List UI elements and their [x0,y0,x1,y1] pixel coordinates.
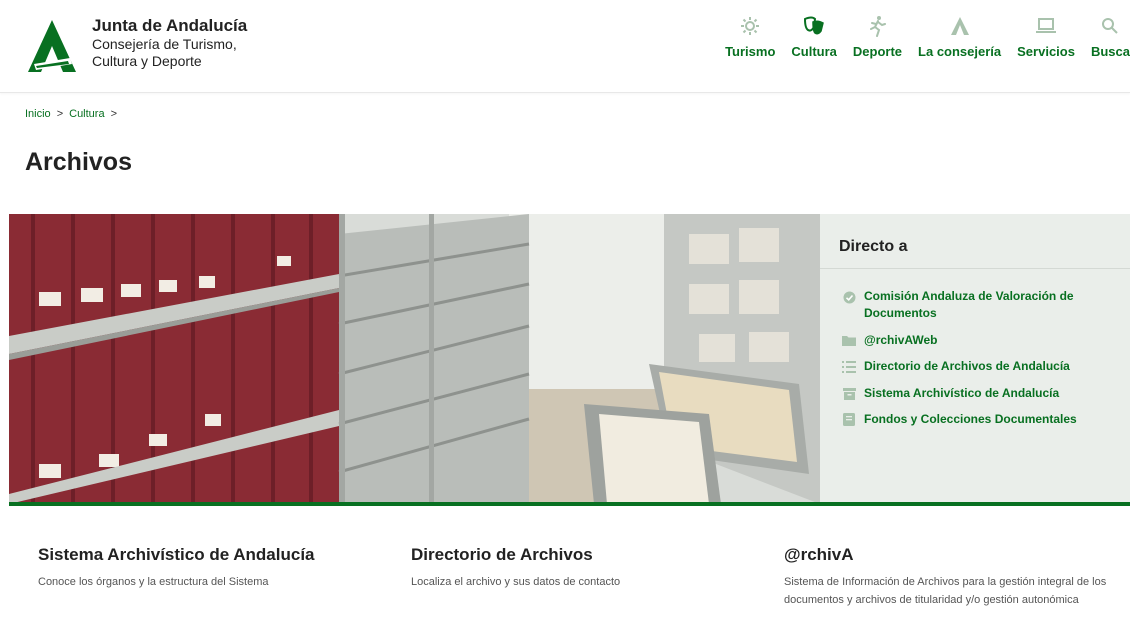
junta-andalucia-logo[interactable] [26,18,78,74]
link-label: Comisión Andaluza de Valoración de Docum… [864,289,1074,321]
brand-text[interactable]: Junta de Andalucía Consejería de Turismo… [92,16,247,70]
directo-a-title: Directo a [839,238,908,255]
brand-subtitle-line2: Cultura y Deporte [92,53,202,70]
list-icon [842,360,856,374]
page-title: Archivos [25,148,132,176]
link-comision-andaluza[interactable]: Comisión Andaluza de Valoración de Docum… [842,288,1122,323]
nav-label-la-consejeria: La consejería [918,44,1002,59]
divider [820,268,1130,269]
link-rchivaweb[interactable]: @rchivAWeb [842,332,1122,349]
breadcrumb-separator: > [110,108,118,120]
directo-a-panel: Directo a Comisión Andaluza de Valoració… [820,214,1130,504]
nav-label-busca: Busca [1090,44,1130,59]
check-circle-icon [842,290,856,304]
book-icon [842,413,856,427]
main-nav: Turismo Cultura Deporte La consejería Se… [709,14,1130,59]
brand-title: Junta de Andalucía [92,16,248,35]
link-label: @rchivAWeb [864,332,938,347]
nav-item-cultura[interactable]: Cultura [791,14,837,59]
directo-a-links: Comisión Andaluza de Valoración de Docum… [842,288,1122,437]
nav-label-deporte: Deporte [852,44,903,59]
theater-masks-icon [799,14,829,38]
hero-image-archive-shelves [9,214,820,504]
link-label: Fondos y Colecciones Documentales [864,411,1077,426]
brand-subtitle-line1: Consejería de Turismo, [92,36,237,53]
nav-item-servicios[interactable]: Servicios [1017,14,1075,59]
site-header: Junta de Andalucía Consejería de Turismo… [0,0,1130,93]
sun-icon [735,14,765,38]
card-title: @rchivA [784,545,854,564]
nav-item-la-consejeria[interactable]: La consejería [918,14,1001,59]
link-sistema-archivistico[interactable]: Sistema Archivístico de Andalucía [842,385,1122,402]
folder-icon [842,334,856,348]
breadcrumb: Inicio > Cultura > [25,108,123,120]
card-text: Sistema de Información de Archivos para … [784,576,1107,606]
card-text: Conoce los órganos y la estructura del S… [38,576,269,588]
card-title: Sistema Archivístico de Andalucía [38,545,315,564]
search-icon [1095,14,1125,38]
runner-icon [862,14,892,38]
nav-label-servicios: Servicios [1017,44,1075,59]
breadcrumb-separator: > [56,108,64,120]
nav-item-busca[interactable]: Busca [1091,14,1130,59]
card-sistema-archivistico[interactable]: Sistema Archivístico de Andalucía Conoce… [38,545,378,592]
link-label: Directorio de Archivos de Andalucía [864,359,1070,374]
card-text: Localiza el archivo y sus datos de conta… [411,576,621,588]
link-fondos-colecciones[interactable]: Fondos y Colecciones Documentales [842,411,1122,428]
card-title: Directorio de Archivos [411,545,593,564]
nav-item-deporte[interactable]: Deporte [853,14,902,59]
nav-label-turismo: Turismo [725,44,776,59]
green-divider-bar [9,502,1130,506]
laptop-icon [1031,14,1061,38]
link-directorio-archivos[interactable]: Directorio de Archivos de Andalucía [842,358,1122,375]
breadcrumb-inicio[interactable]: Inicio [25,108,51,120]
card-directorio-archivos[interactable]: Directorio de Archivos Localiza el archi… [411,545,751,592]
junta-logo-icon [945,14,975,38]
nav-label-cultura: Cultura [791,44,837,59]
link-label: Sistema Archivístico de Andalucía [864,385,1060,400]
archive-box-icon [842,387,856,401]
breadcrumb-cultura[interactable]: Cultura [69,108,104,120]
card-rchiva[interactable]: @rchivA Sistema de Información de Archiv… [784,545,1124,609]
nav-item-turismo[interactable]: Turismo [725,14,775,59]
